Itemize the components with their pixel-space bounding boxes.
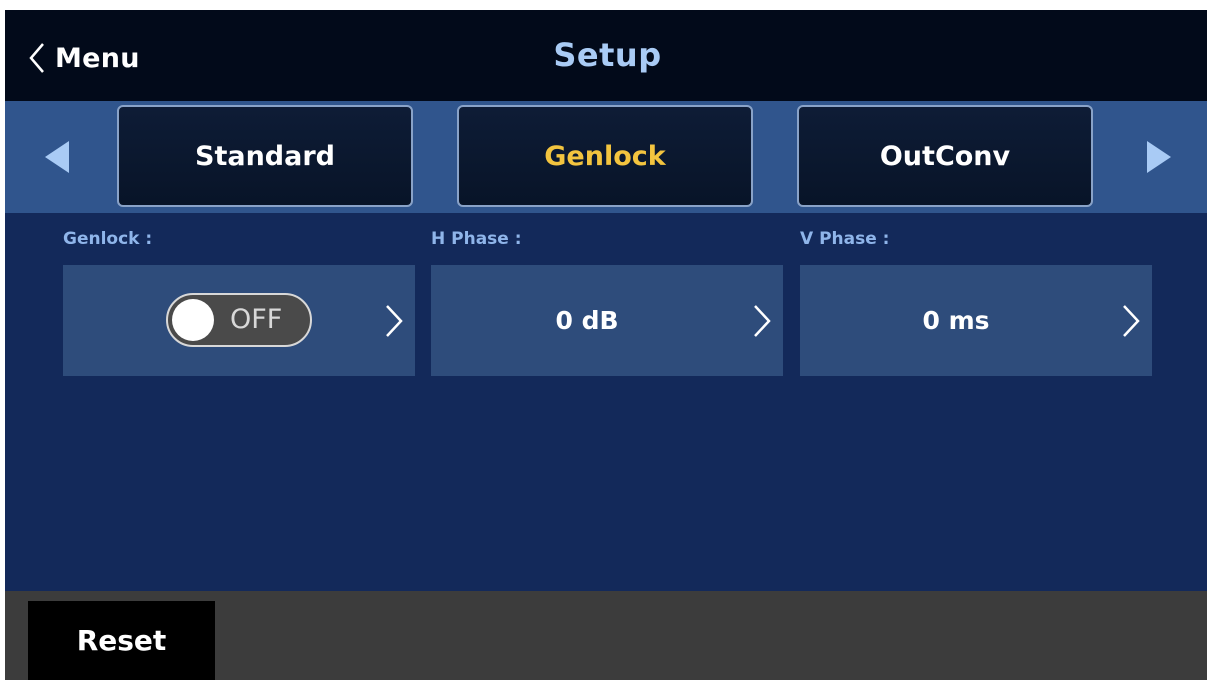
genlock-param-label: Genlock : xyxy=(63,229,153,249)
reset-button[interactable]: Reset xyxy=(28,601,215,680)
v-phase-value: 0 ms xyxy=(922,306,990,335)
tab-genlock[interactable]: Genlock xyxy=(457,105,753,207)
genlock-toggle-state: OFF xyxy=(230,304,283,335)
arrow-right-icon[interactable] xyxy=(1145,139,1173,175)
tab-genlock-label: Genlock xyxy=(544,140,666,172)
chevron-right-icon xyxy=(1123,305,1140,337)
footer-bar: Reset xyxy=(5,591,1207,680)
h-phase-param-box[interactable]: 0 dB xyxy=(431,265,783,376)
v-phase-param-label: V Phase : xyxy=(800,229,890,249)
tab-bar: Standard Genlock OutConv xyxy=(5,101,1207,213)
h-phase-value: 0 dB xyxy=(555,306,619,335)
page-title: Setup xyxy=(553,36,662,74)
genlock-param-box[interactable]: OFF xyxy=(63,265,415,376)
tab-standard-label: Standard xyxy=(195,140,335,172)
chevron-right-icon xyxy=(386,305,403,337)
v-phase-param-box[interactable]: 0 ms xyxy=(800,265,1152,376)
reset-label: Reset xyxy=(76,624,167,657)
h-phase-param-label: H Phase : xyxy=(431,229,522,249)
toggle-knob xyxy=(172,299,214,341)
chevron-right-icon xyxy=(754,305,771,337)
tab-standard[interactable]: Standard xyxy=(117,105,413,207)
tab-outconv[interactable]: OutConv xyxy=(797,105,1093,207)
genlock-toggle[interactable]: OFF xyxy=(166,293,312,347)
arrow-left-icon[interactable] xyxy=(43,139,71,175)
tab-outconv-label: OutConv xyxy=(879,140,1011,172)
header-bar: Menu Setup xyxy=(5,10,1207,101)
setup-screen: Menu Setup Standard Genlock OutConv Genl… xyxy=(5,10,1207,680)
